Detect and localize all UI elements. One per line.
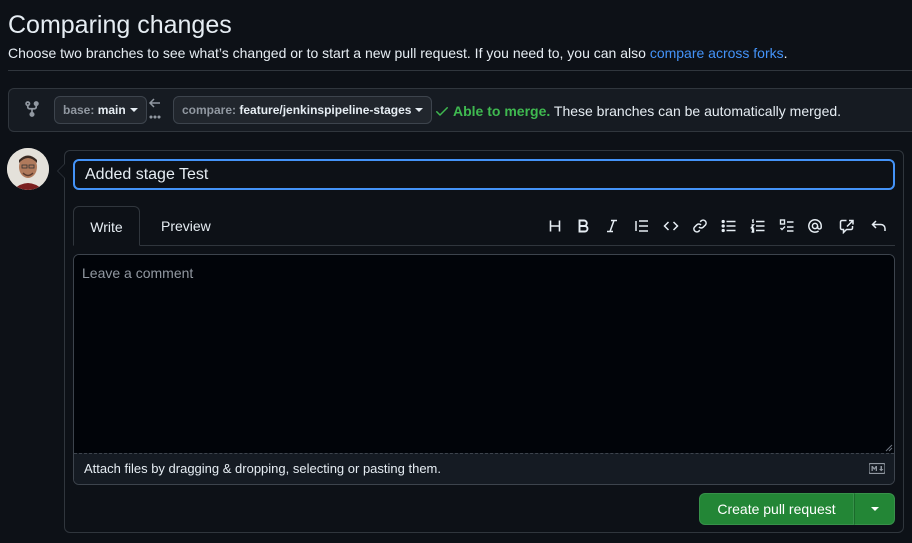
tab-preview[interactable]: Preview bbox=[145, 206, 227, 246]
chevron-down-icon bbox=[870, 507, 879, 511]
description-text: Choose two branches to see what’s change… bbox=[8, 45, 650, 61]
pr-title-input[interactable] bbox=[73, 159, 895, 190]
create-pull-request-button[interactable]: Create pull request bbox=[699, 493, 854, 525]
reference-icon[interactable] bbox=[836, 215, 858, 237]
arrow-left-icon bbox=[148, 98, 161, 119]
unordered-list-icon[interactable] bbox=[718, 215, 740, 237]
compare-icon bbox=[25, 101, 39, 117]
comment-textarea[interactable] bbox=[74, 255, 894, 454]
undo-icon[interactable] bbox=[868, 215, 890, 237]
italic-icon[interactable] bbox=[601, 215, 623, 237]
comment-editor: Attach files by dragging & dropping, sel… bbox=[73, 254, 895, 485]
chevron-down-icon bbox=[415, 107, 424, 112]
chevron-down-icon bbox=[129, 107, 138, 112]
merge-status: Able to merge. These branches can be aut… bbox=[434, 102, 841, 120]
attach-files-text: Attach files by dragging & dropping, sel… bbox=[84, 461, 441, 476]
compare-across-forks-link[interactable]: compare across forks bbox=[650, 45, 784, 61]
compare-label: compare: bbox=[182, 103, 237, 117]
code-icon[interactable] bbox=[660, 215, 682, 237]
task-list-icon[interactable] bbox=[776, 215, 798, 237]
base-label: base: bbox=[63, 103, 95, 117]
file-attachment-bar[interactable]: Attach files by dragging & dropping, sel… bbox=[74, 453, 894, 484]
bold-icon[interactable] bbox=[572, 215, 594, 237]
compare-value: feature/jenkinspipeline-stages bbox=[239, 103, 412, 117]
merge-status-ok: Able to merge. bbox=[453, 103, 551, 119]
tab-write[interactable]: Write bbox=[73, 206, 140, 246]
avatar[interactable] bbox=[7, 148, 49, 190]
page-title: Comparing changes bbox=[8, 11, 232, 39]
submit-button-group: Create pull request bbox=[699, 493, 895, 525]
heading-icon[interactable] bbox=[544, 215, 566, 237]
page-description: Choose two branches to see what’s change… bbox=[8, 44, 788, 62]
ordered-list-icon[interactable] bbox=[747, 215, 769, 237]
branch-range-editor: base: main compare: feature/jenkinspipel… bbox=[8, 88, 912, 132]
merge-status-detail: These branches can be automatically merg… bbox=[550, 103, 842, 119]
description-end: . bbox=[783, 45, 788, 61]
form-pointer-inner bbox=[58, 164, 65, 178]
header-divider bbox=[8, 70, 912, 71]
check-icon bbox=[436, 107, 448, 116]
base-value: main bbox=[97, 103, 126, 117]
submit-options-dropdown[interactable] bbox=[854, 493, 895, 525]
mention-icon[interactable] bbox=[804, 215, 826, 237]
quote-icon[interactable] bbox=[631, 215, 653, 237]
compare-branch-select[interactable]: compare: feature/jenkinspipeline-stages bbox=[173, 96, 433, 124]
base-branch-select[interactable]: base: main bbox=[54, 96, 147, 124]
resize-handle-icon[interactable] bbox=[885, 444, 893, 452]
link-icon[interactable] bbox=[689, 215, 711, 237]
avatar-image bbox=[7, 148, 49, 190]
markdown-icon[interactable] bbox=[869, 463, 885, 474]
